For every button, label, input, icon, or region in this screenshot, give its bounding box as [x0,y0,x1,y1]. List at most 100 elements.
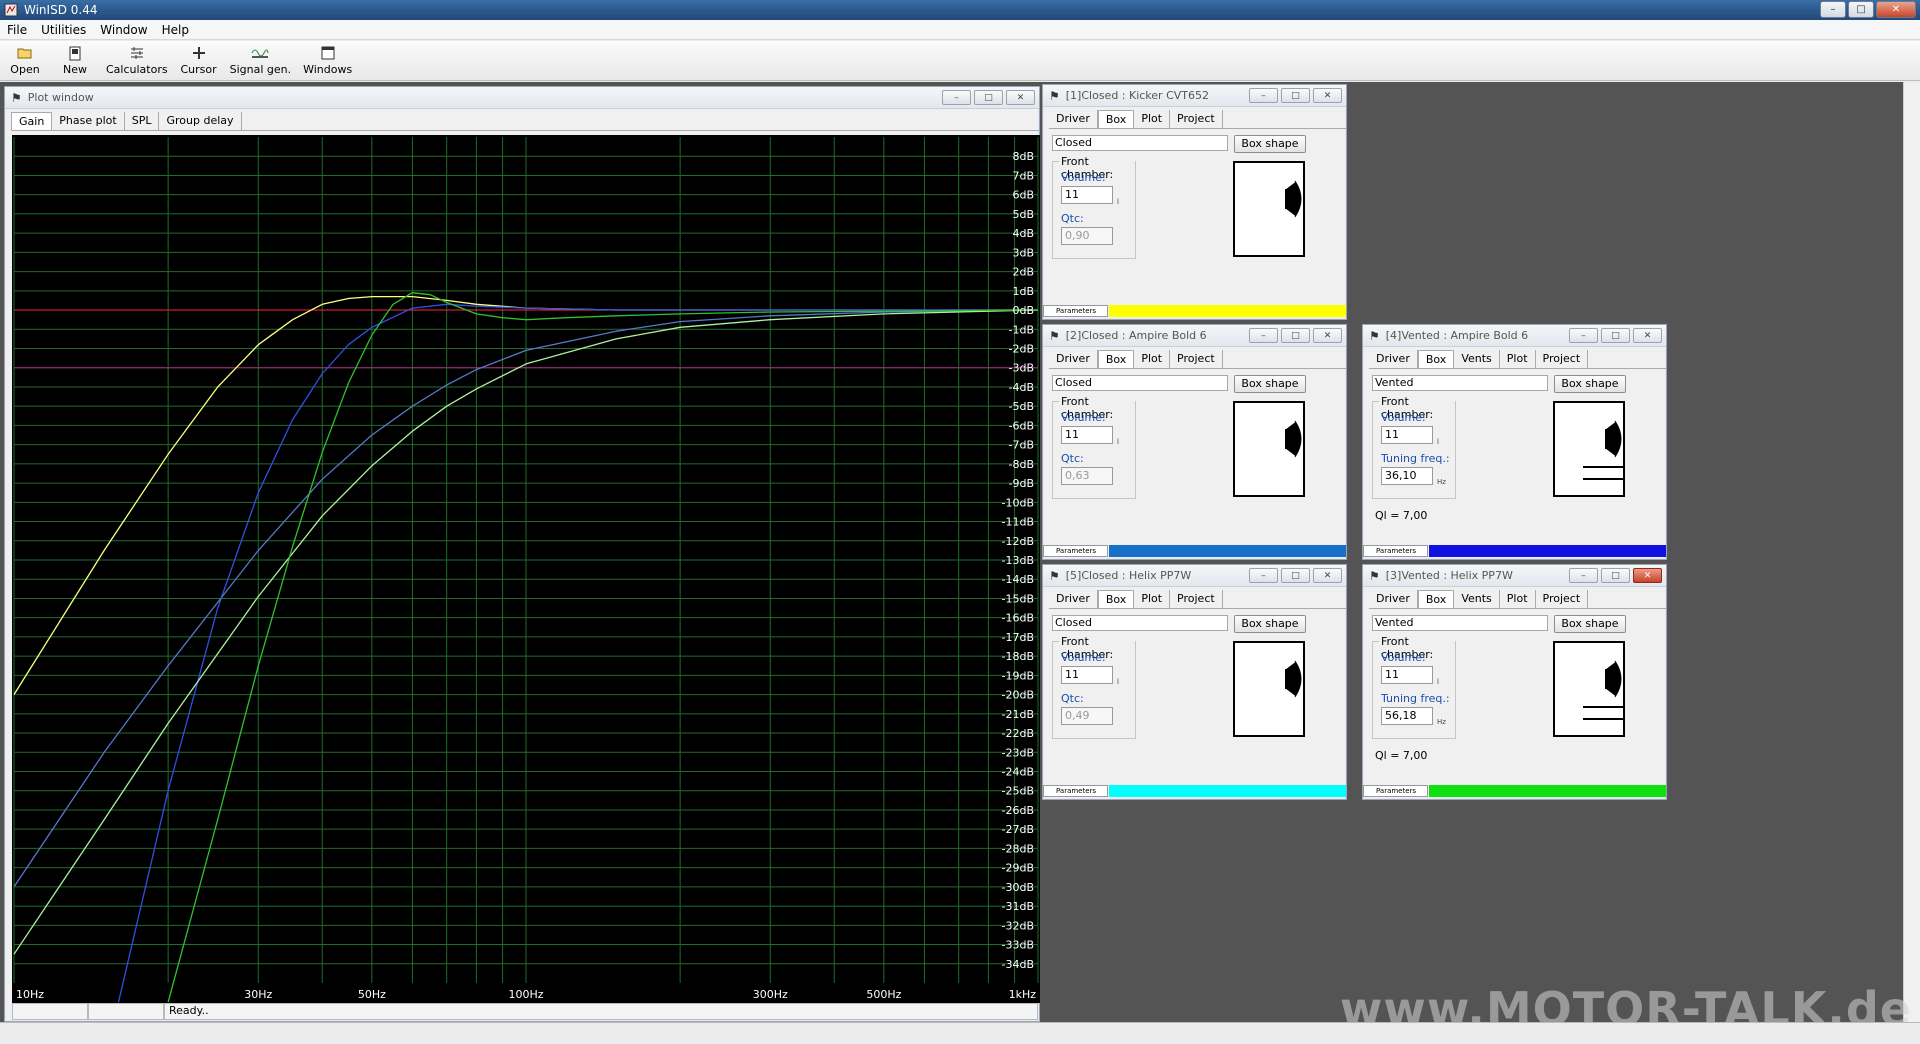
tab-driver[interactable]: Driver [1369,590,1418,608]
pin-icon[interactable]: ⚑ [11,91,22,105]
tab-group-delay[interactable]: Group delay [159,112,242,130]
volume-input[interactable]: 11 [1061,186,1113,204]
menu-window[interactable]: Window [93,23,154,37]
tab-phase-plot[interactable]: Phase plot [52,112,125,130]
menu-utilities[interactable]: Utilities [34,23,93,37]
param2-input[interactable]: 36,10 [1381,467,1433,485]
panel-close-button[interactable]: ✕ [1633,568,1662,583]
curve-color-bar[interactable] [1109,545,1346,557]
panel-maximize-button[interactable]: □ [1601,328,1630,343]
panel-maximize-button[interactable]: □ [1281,88,1310,103]
volume-input[interactable]: 11 [1061,666,1113,684]
panel-close-button[interactable]: ✕ [1633,328,1662,343]
new-button[interactable]: New [50,41,100,80]
y-tick-label: -15dB [1002,592,1035,605]
pin-icon[interactable]: ⚑ [1049,569,1060,583]
tab-project[interactable]: Project [1536,590,1589,608]
panel-minimize-button[interactable]: – [1249,568,1278,583]
tab-driver[interactable]: Driver [1049,590,1098,608]
pin-icon[interactable]: ⚑ [1049,329,1060,343]
maximize-button[interactable]: □ [1848,1,1874,18]
box-type-select[interactable]: Vented [1372,375,1548,391]
panel-minimize-button[interactable]: – [1249,328,1278,343]
tab-plot[interactable]: Plot [1134,110,1171,128]
panel-minimize-button[interactable]: – [1569,328,1598,343]
cursor-button[interactable]: Cursor [174,41,224,80]
horizontal-scrollbar[interactable] [0,1022,1920,1044]
panel-minimize-button[interactable]: – [1249,88,1278,103]
tab-box[interactable]: Box [1417,350,1455,368]
parameters-tab[interactable]: Parameters [1363,545,1428,557]
box-shape-button[interactable]: Box shape [1234,135,1306,153]
box-type-select[interactable]: Closed [1052,615,1228,631]
panel-maximize-button[interactable]: □ [1281,568,1310,583]
menu-file[interactable]: File [0,23,34,37]
box-shape-button[interactable]: Box shape [1554,615,1626,633]
param2-input[interactable]: 56,18 [1381,707,1433,725]
box-type-select[interactable]: Closed [1052,375,1228,391]
box-shape-button[interactable]: Box shape [1234,375,1306,393]
panel-maximize-button[interactable]: □ [1601,568,1630,583]
curve-color-bar[interactable] [1429,545,1666,557]
minimize-button[interactable]: – [1820,1,1846,18]
tab-project[interactable]: Project [1536,350,1589,368]
parameters-tab[interactable]: Parameters [1043,785,1108,797]
y-tick-label: -23dB [1002,746,1035,759]
menu-help[interactable]: Help [155,23,196,37]
gain-chart[interactable]: 8dB 7dB 6dB 5dB 4dB 3dB 2dB 1dB 0dB -1dB -2dB -3dB -… [12,135,1040,1003]
panel-close-button[interactable]: ✕ [1313,88,1342,103]
plot-close-button[interactable]: ✕ [1006,90,1035,105]
tab-box[interactable]: Box [1097,350,1135,368]
calculators-button[interactable]: Calculators [100,41,174,80]
curve-color-bar[interactable] [1429,785,1666,797]
y-tick-label: -11dB [1002,516,1035,529]
curve-color-bar[interactable] [1109,305,1346,317]
panel-minimize-button[interactable]: – [1569,568,1598,583]
volume-input[interactable]: 11 [1381,426,1433,444]
open-button[interactable]: Open [0,41,50,80]
box-shape-button[interactable]: Box shape [1234,615,1306,633]
tab-gain[interactable]: Gain [11,112,53,130]
windows-button[interactable]: Windows [297,41,358,80]
tab-driver[interactable]: Driver [1369,350,1418,368]
tab-project[interactable]: Project [1170,110,1223,128]
parameters-tab[interactable]: Parameters [1043,305,1108,317]
box-type-select[interactable]: Closed [1052,135,1228,151]
plot-maximize-button[interactable]: □ [974,90,1003,105]
y-tick-label: 5dB [1012,208,1034,221]
panel-close-button[interactable]: ✕ [1313,328,1342,343]
tab-box[interactable]: Box [1417,590,1455,608]
volume-input[interactable]: 11 [1061,426,1113,444]
tab-plot[interactable]: Plot [1500,350,1536,368]
pin-icon[interactable]: ⚑ [1049,89,1060,103]
tuning-unit: Hz [1437,478,1446,486]
close-button[interactable]: ✕ [1876,1,1916,18]
tab-vents[interactable]: Vents [1454,590,1500,608]
tab-driver[interactable]: Driver [1049,110,1098,128]
tab-project[interactable]: Project [1170,590,1223,608]
y-tick-label: -1dB [1009,323,1035,336]
panel-maximize-button[interactable]: □ [1281,328,1310,343]
box-type-select[interactable]: Vented [1372,615,1548,631]
tab-vents[interactable]: Vents [1454,350,1500,368]
pin-icon[interactable]: ⚑ [1369,569,1380,583]
pin-icon[interactable]: ⚑ [1369,329,1380,343]
tab-driver[interactable]: Driver [1049,350,1098,368]
tab-plot[interactable]: Plot [1134,350,1171,368]
tab-box[interactable]: Box [1097,590,1135,608]
parameters-tab[interactable]: Parameters [1043,545,1108,557]
tab-plot[interactable]: Plot [1500,590,1536,608]
vertical-scrollbar[interactable] [1903,82,1920,1022]
panel-footer: Parameters [1363,785,1666,797]
signal-gen-button[interactable]: Signal gen. [224,41,298,80]
tab-plot[interactable]: Plot [1134,590,1171,608]
tab-spl[interactable]: SPL [125,112,160,130]
curve-color-bar[interactable] [1109,785,1346,797]
plot-minimize-button[interactable]: – [942,90,971,105]
parameters-tab[interactable]: Parameters [1363,785,1428,797]
tab-project[interactable]: Project [1170,350,1223,368]
volume-input[interactable]: 11 [1381,666,1433,684]
tab-box[interactable]: Box [1097,110,1135,128]
panel-close-button[interactable]: ✕ [1313,568,1342,583]
box-shape-button[interactable]: Box shape [1554,375,1626,393]
